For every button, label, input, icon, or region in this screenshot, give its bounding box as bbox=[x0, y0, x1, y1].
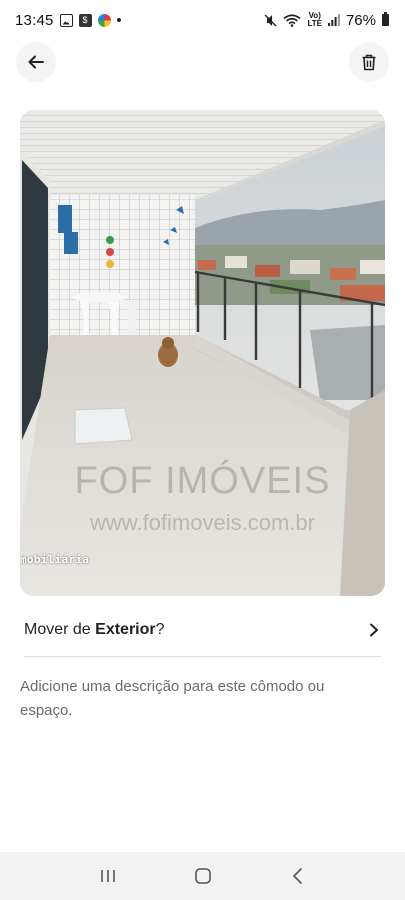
description-input[interactable]: Adicione uma descrição para este cômodo … bbox=[20, 675, 380, 723]
lte-indicator: Vo) LTE bbox=[307, 12, 322, 28]
shopping-notification-icon bbox=[78, 13, 92, 27]
status-bar: 13:45 Vo) LTE bbox=[0, 0, 405, 40]
move-suffix: ? bbox=[155, 621, 165, 638]
app-notification-icon bbox=[97, 13, 111, 27]
watermark-brand: FOF IMÓVEIS bbox=[74, 460, 331, 502]
back-button[interactable] bbox=[16, 42, 56, 82]
watermark-corner-text: mobiliária bbox=[20, 553, 90, 566]
wifi-icon bbox=[283, 13, 301, 27]
status-right: Vo) LTE 76% bbox=[264, 12, 389, 29]
room-photo[interactable]: mobiliária FOF IMÓVEIS www.fofimoveis.co… bbox=[20, 110, 385, 596]
mute-icon bbox=[264, 14, 277, 26]
lte-label: LTE bbox=[307, 19, 322, 28]
status-time: 13:45 bbox=[15, 11, 54, 29]
delete-button[interactable] bbox=[349, 42, 389, 82]
move-room-label: Mover de Exterior? bbox=[24, 621, 165, 639]
screen: 13:45 Vo) LTE bbox=[0, 0, 405, 900]
watermark-url: www.fofimoveis.com.br bbox=[90, 510, 315, 535]
signal-icon bbox=[327, 14, 340, 26]
home-button[interactable] bbox=[183, 858, 223, 894]
battery-level: 76% bbox=[345, 11, 376, 29]
status-left: 13:45 bbox=[15, 12, 121, 29]
move-room-row[interactable]: Mover de Exterior? bbox=[24, 612, 381, 648]
recents-button[interactable] bbox=[88, 858, 128, 894]
trash-icon bbox=[362, 54, 376, 70]
chevron-right-icon bbox=[370, 623, 378, 637]
nav-back-icon bbox=[292, 868, 302, 884]
nav-back-button[interactable] bbox=[278, 858, 318, 894]
gallery-notification-icon bbox=[59, 13, 73, 27]
current-room-name: Exterior bbox=[95, 621, 156, 638]
battery-icon bbox=[382, 12, 389, 26]
divider bbox=[24, 656, 381, 657]
system-nav-bar bbox=[0, 852, 405, 900]
move-prefix: Mover de bbox=[24, 621, 96, 638]
recents-icon bbox=[100, 870, 115, 882]
more-notifications-icon bbox=[116, 18, 121, 22]
home-icon bbox=[194, 868, 211, 884]
arrow-left-icon bbox=[28, 55, 44, 69]
